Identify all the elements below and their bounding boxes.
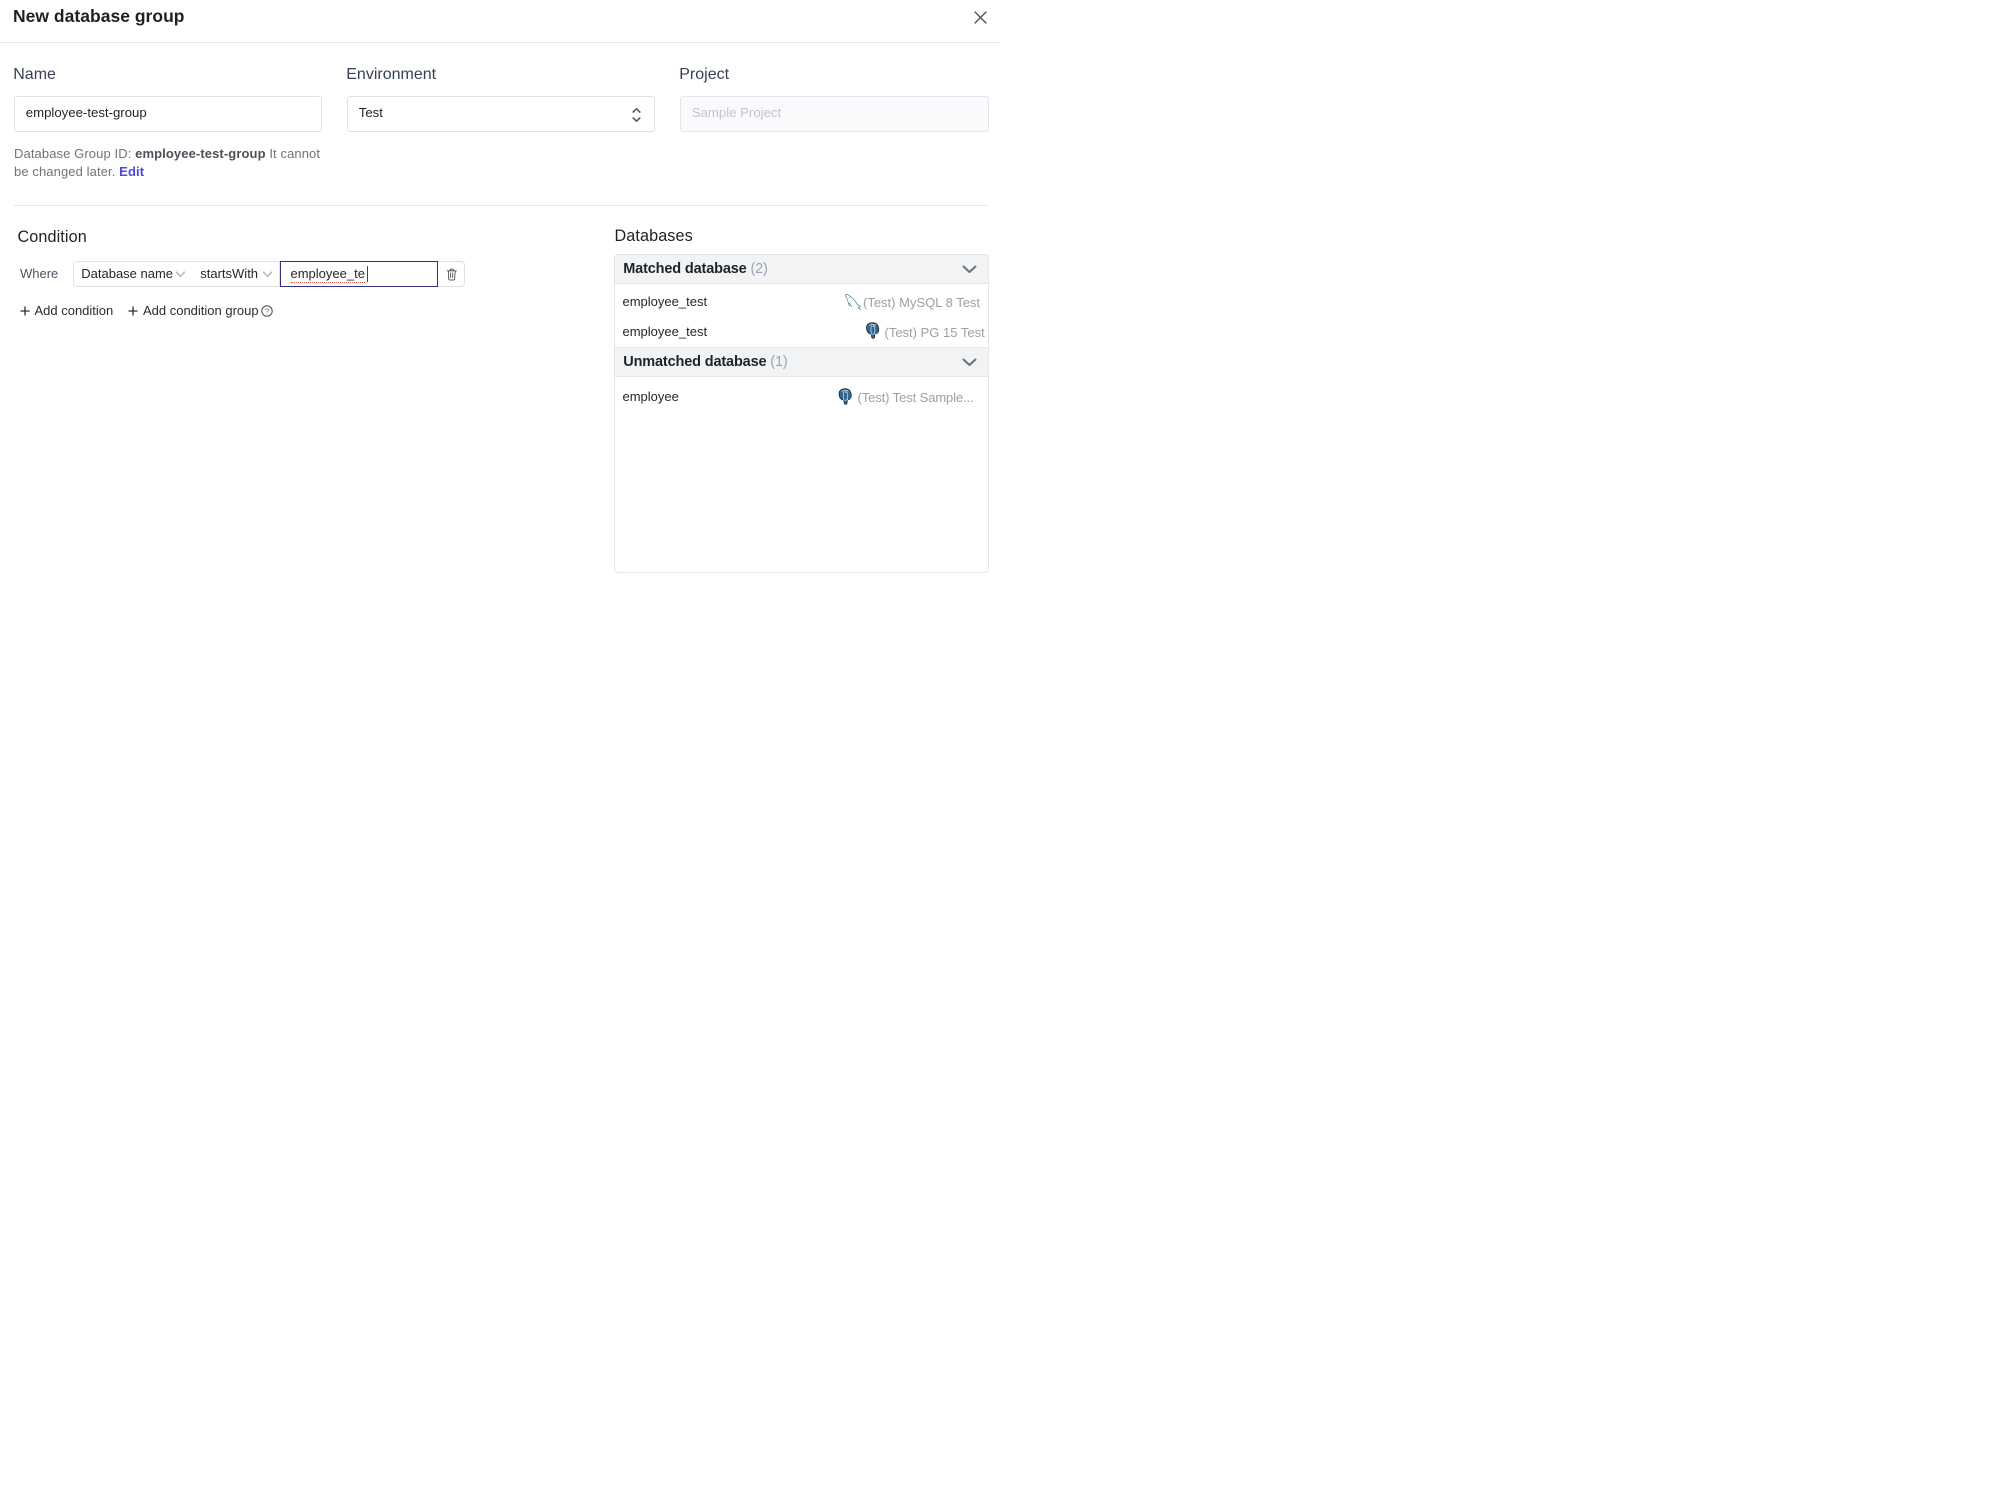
svg-text:?: ? <box>265 306 269 315</box>
